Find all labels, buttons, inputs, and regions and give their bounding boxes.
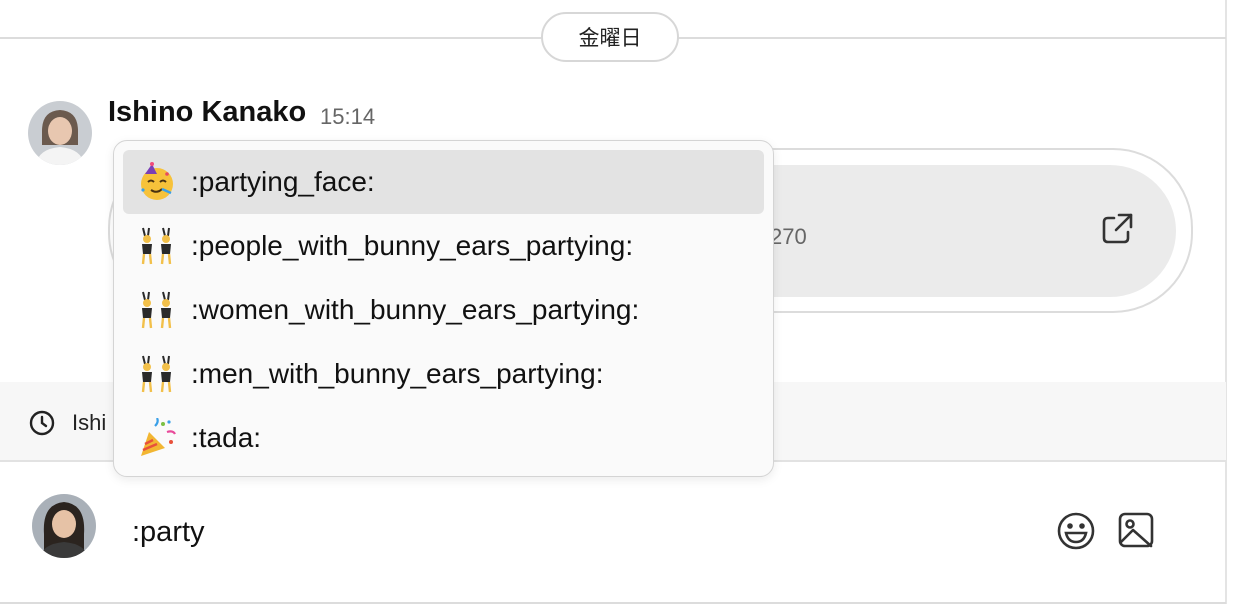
info-bar-text: Ishi <box>72 410 107 435</box>
message-time: 15:14 <box>320 104 376 129</box>
suggestion-item[interactable]: :tada: <box>123 406 764 470</box>
suggestion-item[interactable]: :women_with_bunny_ears_partying: <box>123 278 764 342</box>
avatar-image <box>28 101 92 165</box>
suggestion-item[interactable]: :partying_face: <box>123 150 764 214</box>
external-link-icon[interactable] <box>1100 212 1134 251</box>
bunny-ears-icon <box>137 354 177 394</box>
suggestion-item[interactable]: :men_with_bunny_ears_partying: <box>123 342 764 406</box>
suggestion-code: :partying_face: <box>191 166 375 197</box>
link-preview-text: 270 <box>770 224 807 249</box>
clock-icon <box>29 410 55 441</box>
suggestion-item[interactable]: :people_with_bunny_ears_partying: <box>123 214 764 278</box>
suggestion-code: :people_with_bunny_ears_partying: <box>191 230 634 261</box>
date-separator: 金曜日 <box>541 12 679 62</box>
tada-icon <box>137 418 177 458</box>
bunny-ears-icon <box>137 290 177 330</box>
attach-image-button[interactable] <box>1117 511 1155 554</box>
current-user-avatar[interactable] <box>32 494 96 558</box>
date-label: 金曜日 <box>578 27 642 50</box>
suggestion-code: :women_with_bunny_ears_partying: <box>191 294 640 325</box>
suggestion-code: :men_with_bunny_ears_partying: <box>191 358 604 389</box>
partying-face-icon <box>137 162 177 202</box>
message-input[interactable]: :party <box>132 516 205 549</box>
author-avatar[interactable] <box>28 101 92 165</box>
avatar-image <box>32 494 96 558</box>
message-author[interactable]: Ishino Kanako <box>108 96 306 129</box>
emoji-autocomplete-popup: :partying_face: :people_with_bunny_ears_… <box>113 140 774 477</box>
emoji-picker-button[interactable] <box>1056 511 1096 556</box>
image-icon <box>1118 512 1154 548</box>
bunny-ears-icon <box>137 226 177 266</box>
suggestion-code: :tada: <box>191 422 262 453</box>
panel-right-border <box>1225 0 1227 604</box>
smiley-icon <box>1057 512 1095 550</box>
